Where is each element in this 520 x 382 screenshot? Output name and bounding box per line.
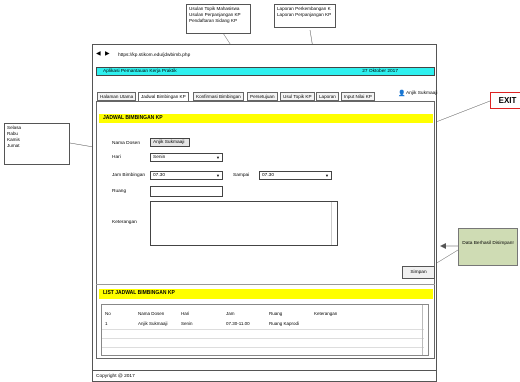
sampai-label: Sampai bbox=[233, 173, 250, 178]
tab-jadwal-bimbingan[interactable]: Jadwal Bimbingan KP bbox=[138, 92, 189, 101]
ruang-input[interactable] bbox=[150, 186, 223, 197]
jam-bimbingan-label: Jam Bimbingan bbox=[112, 173, 146, 178]
success-message: Data Berhasil Disimpan! bbox=[458, 228, 518, 266]
textarea-scrollbar[interactable] bbox=[331, 202, 338, 245]
tab-usul-topik[interactable]: Usul Topik KP bbox=[280, 92, 315, 101]
table-cell: Ruang Kaprodi bbox=[269, 321, 300, 326]
column-header: Hari bbox=[181, 311, 190, 316]
section-divider bbox=[96, 284, 435, 285]
tab-halaman-utama[interactable]: Halaman Utama bbox=[97, 92, 137, 101]
tab-input-nilai[interactable]: Input Nilai KP bbox=[341, 92, 375, 101]
footer: Copyright @ 2017 bbox=[92, 370, 437, 382]
exit-button[interactable]: EXIT bbox=[490, 92, 520, 109]
back-icon[interactable]: ◀ bbox=[96, 50, 101, 57]
day-options-callout: Selasa Rabu Kamis Jumat bbox=[4, 123, 70, 165]
table-cell: Senin bbox=[181, 321, 193, 326]
hari-value: Senin bbox=[153, 155, 166, 160]
jam-selesai-select[interactable]: 07.30 ▼ bbox=[259, 171, 332, 180]
table-row-divider bbox=[102, 329, 424, 330]
table-scrollbar[interactable] bbox=[422, 305, 428, 355]
keterangan-label: Keterangan bbox=[112, 220, 137, 225]
ruang-label: Ruang bbox=[112, 189, 127, 194]
menu-callout-usulan: Usulan Topik Mahasiswa Usulan Perpanjang… bbox=[186, 4, 251, 34]
column-header: No bbox=[105, 311, 111, 316]
dropdown-arrow-icon: ▼ bbox=[325, 173, 329, 178]
nama-dosen-field: Anjik Sukmaaji bbox=[150, 138, 190, 147]
table-cell: Anjik Sukmaaji bbox=[138, 321, 168, 326]
day-option: Jumat bbox=[7, 143, 20, 148]
dropdown-arrow-icon: ▼ bbox=[216, 173, 220, 178]
jam-mulai-value: 07.30 bbox=[153, 173, 166, 178]
column-header: Nama Dosen bbox=[138, 311, 165, 316]
hari-select[interactable]: Senin ▼ bbox=[150, 153, 223, 162]
jam-selesai-value: 07.30 bbox=[262, 173, 275, 178]
user-icon: 👤 bbox=[398, 91, 406, 97]
schedule-table: No Nama Dosen Hari Jam Ruang Keterangan … bbox=[101, 304, 429, 356]
dropdown-arrow-icon: ▼ bbox=[216, 155, 220, 160]
jam-mulai-select[interactable]: 07.30 ▼ bbox=[150, 171, 223, 180]
nama-dosen-label: Nama Dosen bbox=[112, 141, 140, 146]
section-title-list: LIST JADWAL BIMBINGAN KP bbox=[99, 289, 433, 299]
column-header: Ruang bbox=[269, 311, 283, 316]
address-bar[interactable]: https://kp.stikom.edu/jdwbimb.php bbox=[118, 53, 190, 58]
table-cell: 07.30-11.00 bbox=[226, 321, 250, 326]
table-cell: 1 bbox=[105, 321, 108, 326]
table-row-divider bbox=[102, 347, 424, 348]
current-date: 27 Oktober 2017 bbox=[362, 69, 398, 74]
tab-persetujuan[interactable]: Persetujuan bbox=[247, 92, 278, 101]
hari-label: Hari bbox=[112, 155, 121, 160]
table-row-divider bbox=[102, 338, 424, 339]
callout-item: Laporan Perpanjangan KP bbox=[277, 12, 332, 17]
tab-laporan[interactable]: Laporan bbox=[316, 92, 339, 101]
callout-item: Pendaftaran Sidang KP bbox=[189, 18, 238, 23]
column-header: Jam bbox=[226, 311, 235, 316]
column-header: Keterangan bbox=[314, 311, 338, 316]
section-title-jadwal: JADWAL BIMBINGAN KP bbox=[99, 114, 433, 123]
tab-konfirmasi-bimbingan[interactable]: Konfirmasi Bimbingan bbox=[193, 92, 244, 101]
user-name: Anjik Sukmaaji bbox=[406, 91, 438, 96]
forward-icon[interactable]: ▶ bbox=[105, 50, 110, 57]
app-title: Aplikasi Pemantauan Kerja Praktik bbox=[103, 69, 177, 74]
menu-callout-laporan: Laporan Perkembangan K Laporan Perpanjan… bbox=[274, 4, 336, 28]
app-header: Aplikasi Pemantauan Kerja Praktik 27 Okt… bbox=[96, 67, 435, 76]
save-button[interactable]: Simpan bbox=[402, 266, 435, 279]
keterangan-textarea[interactable] bbox=[150, 201, 338, 246]
